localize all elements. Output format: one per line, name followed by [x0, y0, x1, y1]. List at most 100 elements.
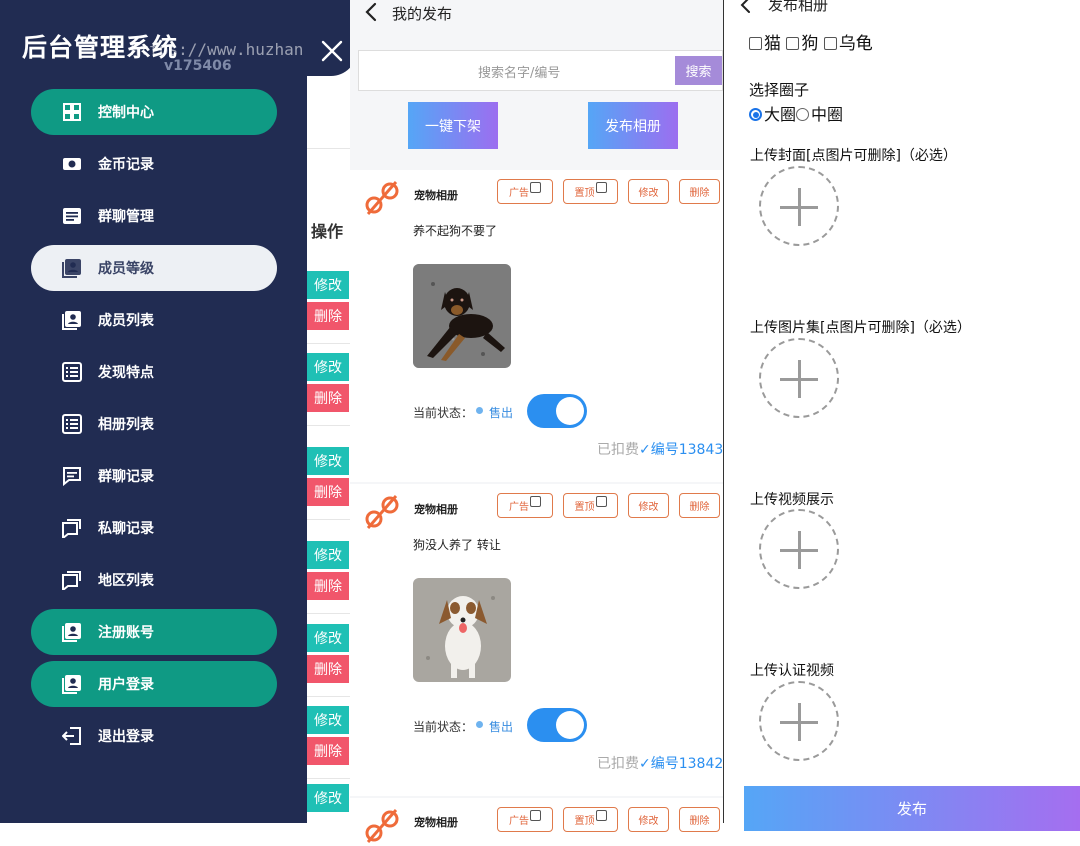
- logout-icon: [61, 725, 83, 747]
- fee-line: 已扣费✓编号13842: [597, 753, 723, 773]
- card-name: 宠物相册: [414, 503, 458, 516]
- row-edit-button[interactable]: 修改: [307, 447, 349, 475]
- top-checkbox[interactable]: 置顶: [563, 807, 618, 832]
- list-box-icon: [61, 413, 83, 435]
- form-title: 发布相册: [768, 0, 829, 14]
- submit-button[interactable]: 发布: [744, 786, 1080, 831]
- row-divider: [307, 343, 350, 344]
- back-arrow-icon[interactable]: [362, 2, 380, 22]
- upload-verify-video-button[interactable]: [759, 681, 839, 761]
- status-toggle[interactable]: [527, 708, 587, 742]
- mid-circle-radio[interactable]: [796, 108, 810, 121]
- upload-gallery-button[interactable]: [759, 338, 839, 418]
- row-edit-button[interactable]: 修改: [307, 706, 349, 734]
- dog-photo[interactable]: [413, 578, 511, 682]
- sidebar-item[interactable]: 群聊管理: [31, 193, 277, 239]
- contact-icon: [61, 621, 83, 643]
- category-dog: 狗: [801, 34, 819, 54]
- sidebar-item-label: 注册账号: [98, 625, 154, 641]
- album-logo-icon: [365, 809, 399, 843]
- edit-button[interactable]: 修改: [628, 493, 669, 518]
- row-divider: [307, 613, 350, 614]
- sidebar-item[interactable]: 相册列表: [31, 401, 277, 447]
- top-label: 置顶: [574, 188, 595, 199]
- status-value: 售出: [489, 406, 514, 420]
- dog-checkbox[interactable]: [786, 37, 800, 50]
- upload-cover-button[interactable]: [759, 166, 839, 246]
- gallery-label: 上传图片集[点图片可删除]（必选）: [750, 320, 971, 336]
- contact-icon: [61, 673, 83, 695]
- sidebar-item[interactable]: 成员列表: [31, 297, 277, 343]
- search-placeholder: 搜索名字/编号: [478, 66, 561, 81]
- album-logo-icon: [365, 495, 399, 529]
- delete-button[interactable]: 删除: [679, 493, 720, 518]
- row-edit-button[interactable]: 修改: [307, 541, 349, 569]
- dog-photo[interactable]: [413, 264, 511, 368]
- unlist-all-button[interactable]: 一键下架: [408, 102, 498, 149]
- album-card: [350, 170, 723, 482]
- ad-label: 广告: [509, 188, 529, 199]
- sidebar-item-label: 地区列表: [98, 573, 154, 589]
- row-divider: [307, 425, 350, 426]
- sidebar-item[interactable]: 注册账号: [31, 609, 277, 655]
- circle-label: 选择圈子: [749, 81, 810, 99]
- big-circle-radio[interactable]: [749, 108, 762, 121]
- row-delete-button[interactable]: 删除: [307, 572, 349, 600]
- cat-checkbox[interactable]: [749, 37, 762, 50]
- chat-icon: [61, 465, 83, 487]
- row-edit-button[interactable]: 修改: [307, 624, 349, 652]
- cover-label: 上传封面[点图片可删除]（必选）: [750, 148, 957, 164]
- delete-button[interactable]: 删除: [679, 179, 720, 204]
- row-delete-button[interactable]: 删除: [307, 655, 349, 683]
- sidebar-item[interactable]: 用户登录: [31, 661, 277, 707]
- chats-icon: [61, 569, 83, 591]
- top-checkbox[interactable]: 置顶: [563, 493, 618, 518]
- back-arrow-icon[interactable]: [737, 0, 753, 14]
- sidebar-item-label: 群聊记录: [98, 469, 154, 485]
- ad-checkbox[interactable]: 广告: [497, 493, 553, 518]
- sidebar-item[interactable]: 地区列表: [31, 557, 277, 603]
- fee-text: 已扣费: [597, 442, 639, 458]
- sidebar-item-label: 金币记录: [98, 157, 154, 173]
- row-delete-button[interactable]: 删除: [307, 478, 349, 506]
- sidebar-item-label: 成员列表: [98, 313, 154, 329]
- search-button[interactable]: 搜索: [675, 56, 722, 85]
- edit-button[interactable]: 修改: [628, 807, 669, 832]
- upload-video-button[interactable]: [759, 509, 839, 589]
- status-dot: [476, 407, 483, 414]
- row-edit-button[interactable]: 修改: [307, 271, 349, 299]
- sidebar-item[interactable]: 群聊记录: [31, 453, 277, 499]
- turtle-checkbox[interactable]: [823, 37, 837, 50]
- category-options: 猫 狗 乌龟: [749, 29, 873, 54]
- sidebar-item[interactable]: 私聊记录: [31, 505, 277, 551]
- sidebar-item[interactable]: 发现特点: [31, 349, 277, 395]
- delete-button[interactable]: 删除: [679, 807, 720, 832]
- status-label: 当前状态：: [413, 406, 474, 420]
- top-label: 置顶: [574, 502, 595, 513]
- edit-button[interactable]: 修改: [628, 179, 669, 204]
- sidebar-item[interactable]: 控制中心: [31, 89, 277, 135]
- ad-checkbox[interactable]: 广告: [497, 179, 553, 204]
- row-delete-button[interactable]: 删除: [307, 302, 349, 330]
- ad-label: 广告: [509, 502, 529, 513]
- sidebar-item[interactable]: 退出登录: [31, 713, 277, 759]
- row-edit-button[interactable]: 修改: [307, 784, 349, 812]
- fee-line: 已扣费✓编号13843: [597, 439, 723, 459]
- row-edit-button[interactable]: 修改: [307, 353, 349, 381]
- row-divider: [307, 696, 350, 697]
- top-checkbox[interactable]: 置顶: [563, 179, 618, 204]
- album-logo-icon: [365, 181, 399, 215]
- sidebar-item[interactable]: 金币记录: [31, 141, 277, 187]
- row-delete-button[interactable]: 删除: [307, 384, 349, 412]
- publish-album-button[interactable]: 发布相册: [588, 102, 678, 149]
- ad-checkbox[interactable]: 广告: [497, 807, 553, 832]
- card-description: 养不起狗不要了: [413, 224, 498, 238]
- close-icon[interactable]: [318, 37, 346, 65]
- row-delete-button[interactable]: 删除: [307, 737, 349, 765]
- row-divider: [307, 778, 350, 779]
- status-dot: [476, 721, 483, 728]
- sidebar-item[interactable]: 成员等级: [31, 245, 277, 291]
- status-toggle[interactable]: [527, 394, 587, 428]
- sidebar-item-label: 相册列表: [98, 417, 154, 433]
- circle-mid: 中圈: [811, 105, 844, 124]
